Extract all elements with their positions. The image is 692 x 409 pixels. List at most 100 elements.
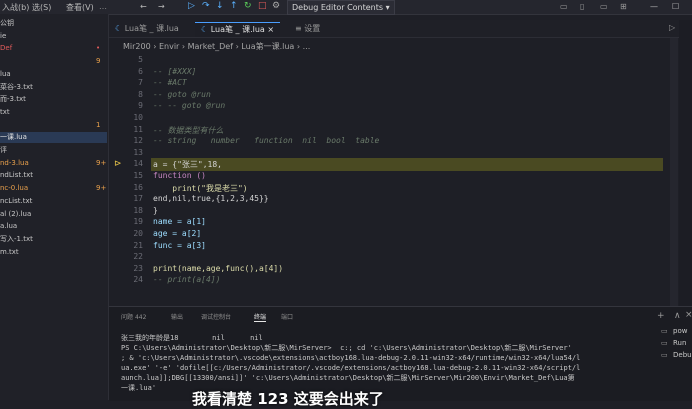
line-number: 13 bbox=[133, 147, 143, 157]
file-item[interactable]: ndList.txt bbox=[0, 170, 33, 181]
file-item[interactable]: 公钥 bbox=[0, 18, 14, 29]
line-number: 8 bbox=[138, 89, 143, 99]
file-item[interactable]: 菜谷-3.txt bbox=[0, 82, 33, 93]
editor-tabs: ☾ Lua笔 _ 课.lua ☾ Lua笔 _ 课.lua × ≡ 设置 ▷ ⋯ bbox=[109, 20, 692, 38]
terminal-list-item[interactable]: Debu bbox=[673, 351, 692, 359]
file-name: a.lua bbox=[0, 222, 18, 231]
add-terminal-icon[interactable]: + bbox=[657, 311, 665, 321]
terminal-icon: ▭ bbox=[661, 351, 668, 359]
file-name: nd-3.lua bbox=[0, 158, 29, 167]
file-item[interactable]: m.txt bbox=[0, 247, 19, 258]
settings-icon: ≡ bbox=[295, 24, 302, 33]
line-number: 24 bbox=[133, 275, 143, 285]
debug-current-line bbox=[151, 158, 663, 171]
line-number: 18 bbox=[133, 205, 143, 215]
code-line: -- [#XXX] bbox=[153, 66, 197, 76]
forward-icon[interactable]: → bbox=[158, 2, 165, 11]
tab-terminal[interactable]: 终端 bbox=[254, 312, 267, 322]
terminal-line: ua.exe' '-e' 'dofile[[c:/Users/Administr… bbox=[121, 364, 581, 372]
layout-icon[interactable]: ▭ bbox=[560, 2, 568, 11]
tab-ports[interactable]: 端口 bbox=[281, 312, 293, 321]
file-name: al (2).lua bbox=[0, 209, 32, 218]
code-editor[interactable]: ⊳ 5 6 -- [#XXX] 7 -- #ACT 8 -- goto @run 9 -- --… bbox=[109, 54, 669, 306]
line-number: 14 bbox=[133, 159, 143, 169]
lua-file-icon: ☾ bbox=[115, 24, 123, 33]
stop-icon[interactable]: □ bbox=[258, 1, 267, 11]
menu-overflow[interactable]: … bbox=[99, 2, 107, 11]
problems-count-badge: 442 bbox=[134, 314, 147, 321]
maximize-icon[interactable]: ☐ bbox=[672, 2, 679, 11]
step-out-icon[interactable]: ↑ bbox=[230, 1, 238, 11]
terminal-list-item[interactable]: Run bbox=[673, 339, 686, 347]
tab-problems[interactable]: 问题 442 bbox=[121, 312, 146, 321]
tab-lua-2[interactable]: ☾ Lua笔 _ 课.lua × bbox=[195, 22, 281, 37]
close-icon[interactable]: × bbox=[267, 25, 274, 34]
file-name: ie bbox=[0, 31, 7, 40]
file-item[interactable]: nd-3.lua 9+ bbox=[0, 158, 106, 169]
file-item[interactable]: nc-0.lua 9+ bbox=[0, 183, 106, 194]
code-line: print("我是老三") bbox=[153, 183, 248, 193]
lua-file-icon: ☾ bbox=[201, 25, 209, 34]
file-item[interactable]: txt bbox=[0, 107, 10, 118]
layout-icon-2[interactable]: ▯ bbox=[580, 2, 584, 11]
menu-item[interactable]: 选(S) bbox=[32, 2, 51, 13]
line-number: 10 bbox=[133, 113, 143, 122]
settings-icon[interactable]: ⚙ bbox=[272, 1, 280, 11]
file-name: ndList.txt bbox=[0, 171, 33, 180]
line-number: 16 bbox=[133, 182, 143, 192]
title-bar: 入战(b) 选(S) 查看(V) … ← → ▷ ↷ ↓ ↑ ↻ □ ⚙ Deb… bbox=[0, 0, 692, 15]
step-into-icon[interactable]: ↓ bbox=[216, 1, 224, 11]
code-line: -- string number function nil bool table bbox=[153, 136, 380, 146]
line-number: 5 bbox=[138, 55, 143, 64]
file-item[interactable]: 写入-1.txt bbox=[0, 234, 33, 245]
line-number: 11 bbox=[133, 124, 143, 134]
file-item[interactable]: Def • bbox=[0, 43, 100, 54]
file-item[interactable]: lua bbox=[0, 69, 11, 80]
tab-output[interactable]: 输出 bbox=[171, 312, 183, 321]
file-badge: • bbox=[96, 44, 101, 53]
file-name: txt bbox=[0, 107, 10, 116]
code-line: } bbox=[153, 205, 158, 215]
editor-scrollbar[interactable] bbox=[670, 38, 678, 308]
step-over-icon[interactable]: ↷ bbox=[202, 1, 210, 11]
terminal-output[interactable]: 张三我的年龄是18 nil nil PS C:\Users\Administrat… bbox=[121, 333, 656, 393]
line-number: 12 bbox=[133, 136, 143, 146]
file-item[interactable]: al (2).lua bbox=[0, 209, 31, 220]
close-panel-icon[interactable]: × bbox=[685, 310, 692, 320]
line-number: 23 bbox=[133, 263, 143, 273]
file-item[interactable]: 评 bbox=[0, 145, 7, 156]
back-icon[interactable]: ← bbox=[140, 2, 147, 11]
layout-icon-4[interactable]: ⊞ bbox=[620, 2, 627, 11]
breadcrumb: Mir200 › Envir › Market_Def › Lua第一课.lua… bbox=[123, 42, 311, 51]
chevron-up-icon[interactable]: ∧ bbox=[674, 311, 681, 321]
terminal-list-item[interactable]: pow bbox=[673, 327, 687, 335]
bottom-panel: 问题 442 输出 调试控制台 终端 端口 + ∧ × 张三我的年龄是18 ni… bbox=[109, 306, 692, 401]
file-badge: 9 bbox=[96, 57, 101, 66]
code-line: -- #ACT bbox=[153, 78, 187, 88]
continue-icon[interactable]: ▷ bbox=[188, 1, 195, 11]
file-item[interactable]: a.lua bbox=[0, 221, 17, 232]
minimize-icon[interactable]: — bbox=[650, 2, 658, 11]
file-item[interactable]: ncList.txt bbox=[0, 196, 32, 207]
code-line: name = a[1] bbox=[153, 217, 206, 227]
terminal-line: ; & 'c:\Users\Administrator\.vscode\exte… bbox=[121, 354, 581, 362]
tab-debug-console[interactable]: 调试控制台 bbox=[201, 312, 231, 321]
menu-item[interactable]: 入战(b) bbox=[2, 2, 29, 13]
run-icon[interactable]: ▷ bbox=[669, 23, 675, 32]
file-item[interactable]: 一课.lua bbox=[0, 132, 107, 144]
line-number: 9 bbox=[138, 101, 143, 111]
restart-icon[interactable]: ↻ bbox=[244, 1, 252, 11]
code-line: -- 数据类型有什么 bbox=[153, 125, 224, 135]
tab-settings[interactable]: ≡ 设置 bbox=[289, 22, 326, 36]
menu-item[interactable]: 查看(V) bbox=[66, 2, 94, 13]
line-number: 19 bbox=[133, 217, 143, 227]
line-number: 6 bbox=[138, 66, 143, 76]
file-item[interactable]: 而-3.txt bbox=[0, 94, 26, 105]
file-item[interactable]: ie bbox=[0, 31, 6, 42]
tab-label: Lua笔 _ 课.lua bbox=[124, 24, 179, 33]
code-line: age = a[2] bbox=[153, 229, 202, 238]
layout-icon-3[interactable]: ▭ bbox=[600, 2, 608, 11]
debug-config-select[interactable]: Debug Editor Contents ▾ bbox=[287, 0, 395, 15]
tab-lua-1[interactable]: ☾ Lua笔 _ 课.lua bbox=[109, 22, 185, 36]
file-name: Def bbox=[0, 44, 13, 53]
